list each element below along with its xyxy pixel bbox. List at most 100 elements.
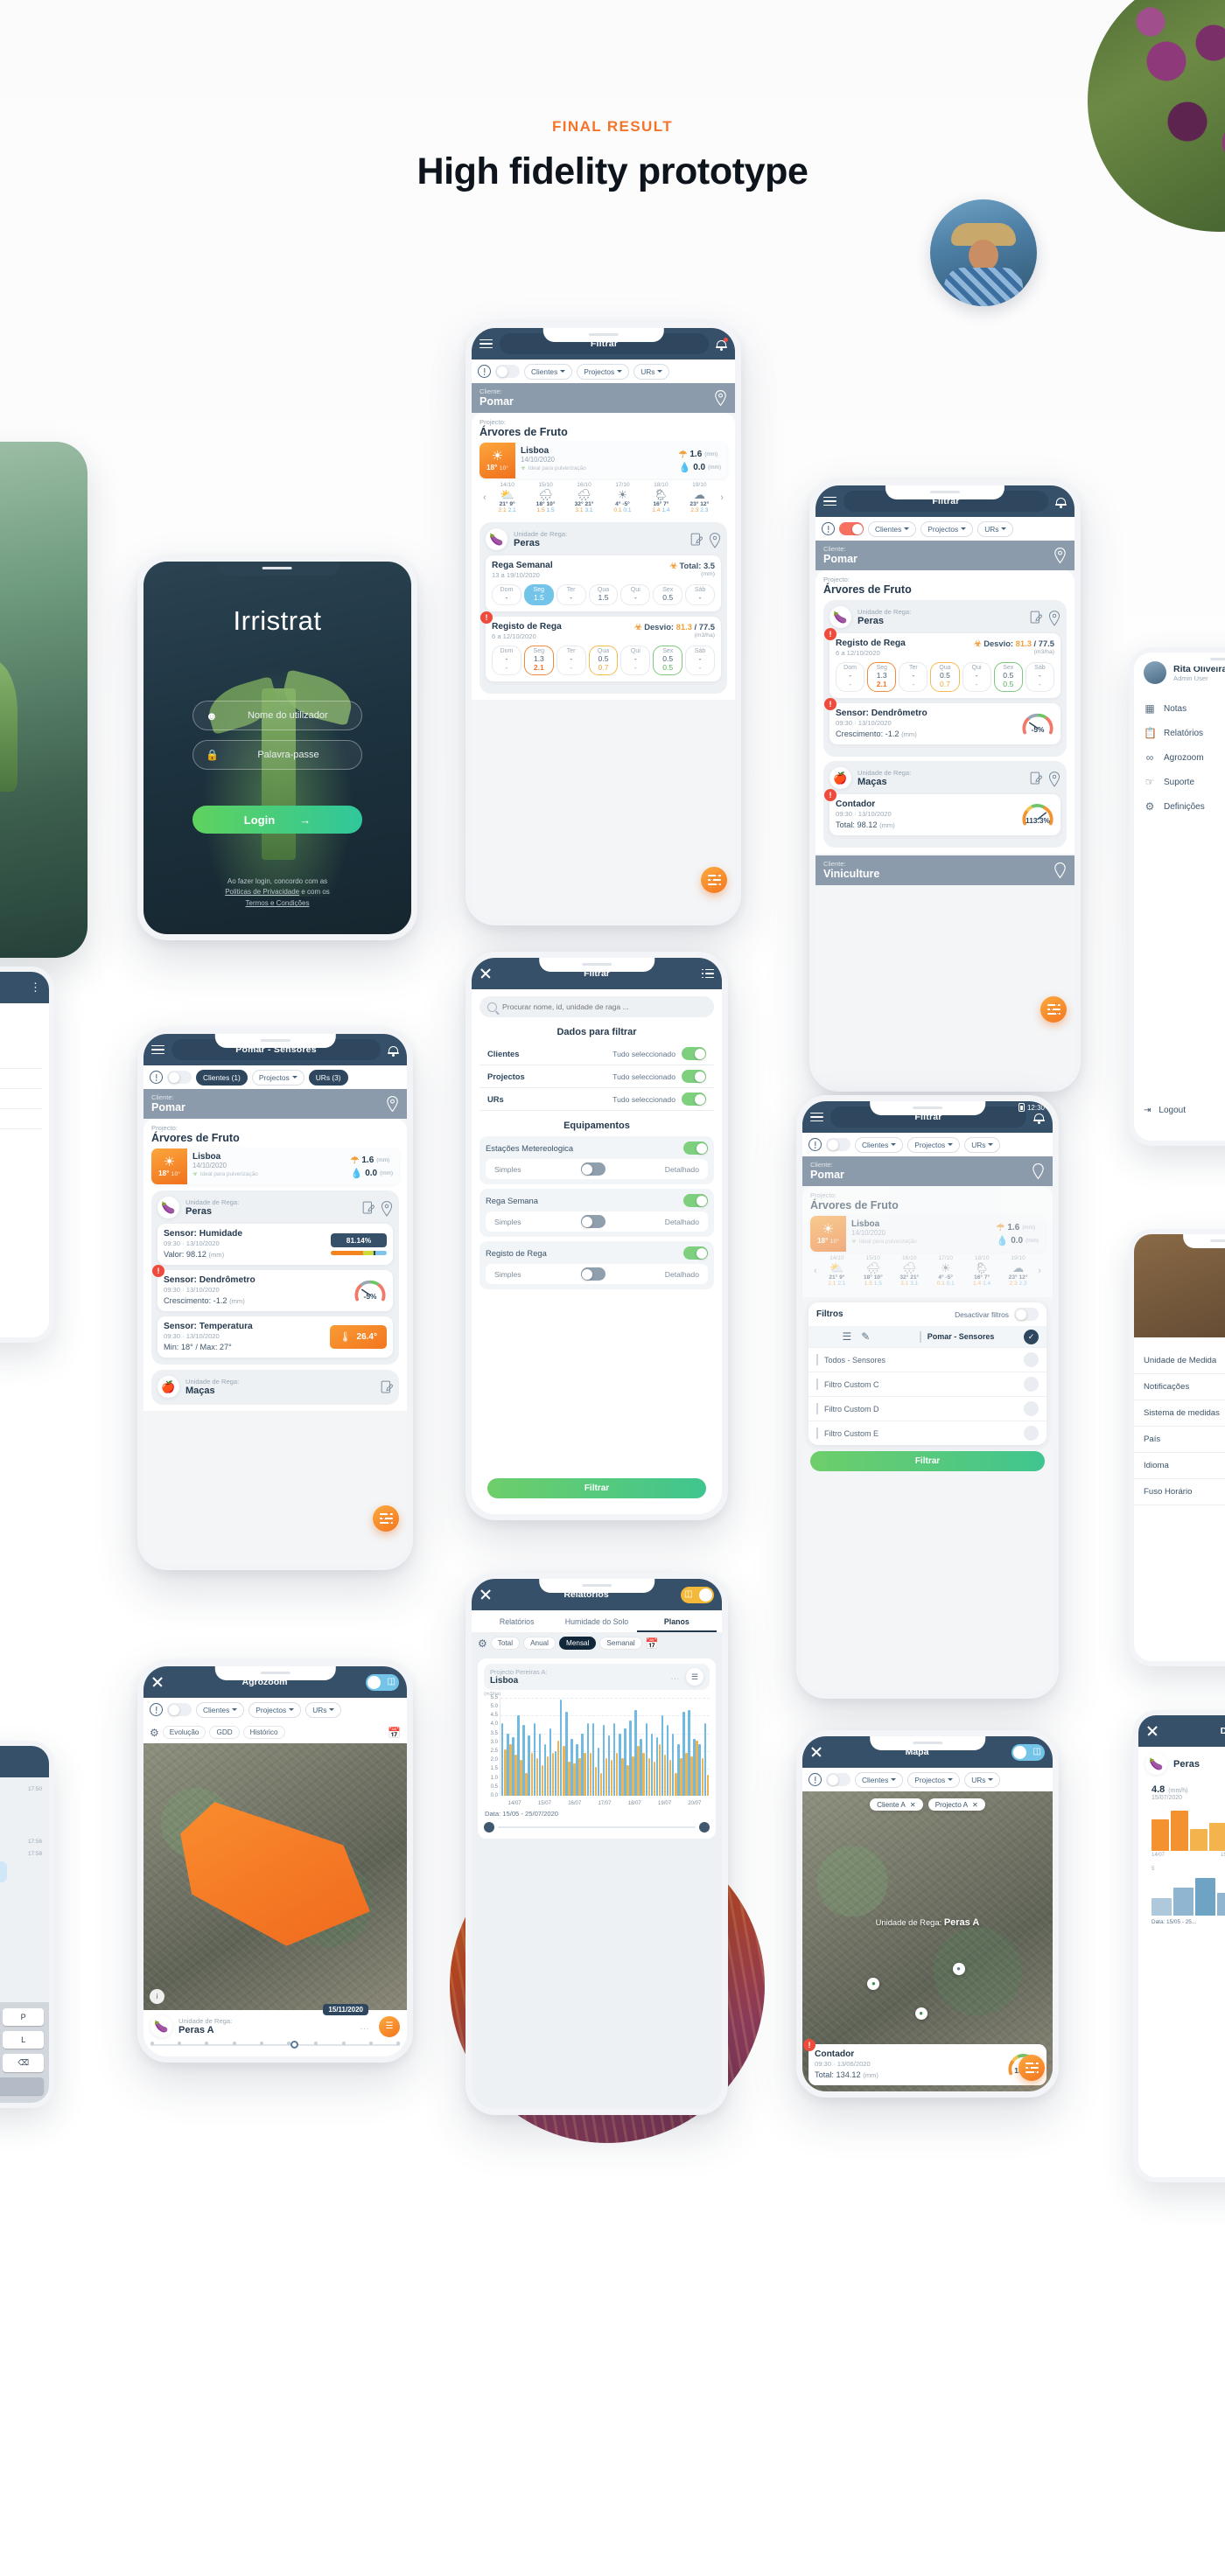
layout-toggle[interactable]: ◫: [681, 1586, 714, 1603]
map-pin-icon[interactable]: [386, 1096, 399, 1113]
privacy-link[interactable]: Politicas de Privacidade: [225, 888, 299, 896]
segment-semanal[interactable]: Semanal: [599, 1637, 642, 1650]
segment-total[interactable]: Total: [490, 1637, 521, 1650]
segment-anual[interactable]: Anual: [523, 1637, 556, 1650]
forecast-next-arrow[interactable]: ›: [1036, 1266, 1043, 1276]
key[interactable]: P: [3, 2008, 45, 2026]
menu-item-agrozoom[interactable]: ∞ Agrozoom: [1134, 745, 1225, 770]
filter-row-clientes[interactable]: Clientes Tudo seleccionado: [480, 1043, 714, 1065]
legend-list-icon[interactable]: ☰: [686, 1668, 704, 1686]
login-button[interactable]: Login →: [192, 806, 362, 834]
alerts-toggle[interactable]: [839, 522, 864, 535]
filter-radio[interactable]: [1024, 1377, 1039, 1392]
edit-note-icon[interactable]: [1030, 611, 1043, 624]
username-field[interactable]: ☻ Nome do utilizador: [192, 701, 362, 730]
filter-fab-button[interactable]: [701, 867, 727, 893]
close-icon[interactable]: [480, 967, 492, 980]
key[interactable]: L: [3, 2031, 45, 2049]
close-icon[interactable]: [1146, 1725, 1158, 1737]
return-key[interactable]: return: [0, 2077, 44, 2095]
settings-row-pais[interactable]: País: [1134, 1427, 1225, 1453]
password-field[interactable]: 🔒 Palavra-passe: [192, 740, 362, 770]
mode-toggle[interactable]: [580, 1215, 606, 1228]
card-registo-rega[interactable]: ! Registo de Rega 6 a 12/10/2020 ☣ Desvi…: [480, 611, 721, 681]
alerts-toggle-icon[interactable]: [808, 1773, 822, 1786]
hamburger-menu-icon[interactable]: [480, 339, 493, 349]
forecast-prev-arrow[interactable]: ‹: [481, 492, 488, 503]
chip-clientes[interactable]: Clientes: [855, 1136, 904, 1153]
chip-clientes[interactable]: Clientes: [524, 363, 573, 380]
note-item[interactable]: ar: [0, 1109, 42, 1129]
row-toggle[interactable]: [682, 1093, 706, 1106]
alerts-toggle[interactable]: [826, 1138, 850, 1151]
alerts-toggle-icon[interactable]: [478, 365, 491, 378]
close-icon[interactable]: [810, 1746, 822, 1758]
note-item-pdf[interactable]: pdf: [0, 1148, 42, 1157]
note-item[interactable]: jecto: [0, 1049, 42, 1069]
note-item[interactable]: o Sticky Note: [0, 1069, 42, 1089]
edit-note-icon[interactable]: [1030, 771, 1043, 785]
map-marker[interactable]: ●: [914, 2007, 928, 2020]
filter-fab-button[interactable]: [1040, 996, 1067, 1023]
map-layers-toggle[interactable]: ◫: [1012, 1743, 1045, 1761]
mode-toggle[interactable]: [580, 1162, 606, 1176]
menu-item-relatorios[interactable]: 📋 Relatórios: [1134, 721, 1225, 745]
hamburger-menu-icon[interactable]: [810, 1112, 823, 1122]
field-polygon[interactable]: [180, 1802, 370, 1946]
map-pin-icon[interactable]: [709, 533, 721, 548]
search-input[interactable]: [502, 1002, 706, 1011]
bell-icon[interactable]: [716, 337, 728, 351]
filter-radio[interactable]: [1024, 1352, 1039, 1367]
bell-icon[interactable]: [1055, 495, 1067, 508]
map-tag-cliente[interactable]: Cliente A ✕: [870, 1798, 923, 1811]
menu-item-logout[interactable]: ⇥ Logout: [1134, 1100, 1195, 1121]
list-icon[interactable]: [702, 968, 714, 979]
filter-row-urs[interactable]: URs Tudo seleccionado: [480, 1088, 714, 1111]
filter-option-row[interactable]: Todos - Sensores: [808, 1347, 1046, 1372]
menu-item-notas[interactable]: ▦ Notas: [1134, 696, 1225, 721]
chart-range-slider[interactable]: [484, 1822, 710, 1833]
equipment-toggle[interactable]: [683, 1246, 708, 1260]
weather-card[interactable]: ☀ 18° 10° Lisboa 14/10/2020 ☣ Ideal para …: [480, 443, 727, 478]
map-pin-icon[interactable]: [1048, 611, 1060, 626]
equipment-mode-row[interactable]: Simples Detalhado: [486, 1211, 708, 1232]
filter-fab-button[interactable]: [373, 1505, 399, 1532]
map-view[interactable]: Cliente A ✕ Projecto A ✕ Unidade de Rega: …: [802, 1791, 1053, 2091]
map-marker[interactable]: ●: [867, 1977, 880, 1990]
chip-urs[interactable]: URs: [964, 1136, 1001, 1153]
alerts-toggle[interactable]: [167, 1703, 192, 1716]
card-sensor-humidade[interactable]: Sensor: Humidade 09:30 · 13/10/2020 Valo…: [158, 1224, 393, 1265]
chip-urs[interactable]: URs: [977, 520, 1014, 537]
equipment-mode-row[interactable]: Simples Detalhado: [486, 1264, 708, 1284]
settings-row-fuso[interactable]: Fuso Horário: [1134, 1479, 1225, 1505]
filter-sliders-icon[interactable]: ☰: [842, 1330, 851, 1343]
chip-projectos[interactable]: Projectos: [907, 1771, 961, 1788]
gear-icon[interactable]: ⚙: [150, 1727, 159, 1739]
card-sensor-temperatura[interactable]: Sensor: Temperatura 09:30 · 13/10/2020 M…: [158, 1316, 393, 1358]
close-icon[interactable]: [151, 1676, 164, 1688]
settings-row-sistema[interactable]: Sistema de medidas: [1134, 1400, 1225, 1427]
calendar-icon[interactable]: 📅: [646, 1637, 659, 1650]
edit-note-icon[interactable]: [690, 533, 704, 546]
close-icon[interactable]: ✕: [972, 1800, 978, 1809]
close-icon[interactable]: ✕: [910, 1800, 916, 1809]
settings-row-unidade[interactable]: Unidade de Medida: [1134, 1348, 1225, 1374]
card-contador[interactable]: ! Contador 09:30 · 13/06/2020 Total: 134…: [803, 2039, 1046, 2085]
tab-planos[interactable]: Planos: [636, 1614, 717, 1632]
search-field[interactable]: [480, 996, 714, 1017]
segment-historico[interactable]: Histórico: [242, 1726, 285, 1739]
equipment-toggle[interactable]: [683, 1141, 708, 1155]
chart-header[interactable]: Projecto Pereiras A: Lisboa … ☰: [484, 1664, 710, 1690]
calendar-icon[interactable]: 📅: [388, 1727, 401, 1739]
chip-urs[interactable]: URs: [634, 363, 670, 380]
equipment-mode-row[interactable]: Simples Detalhado: [486, 1159, 708, 1179]
note-item[interactable]: ua: [0, 1157, 42, 1176]
alerts-toggle-icon[interactable]: [150, 1703, 163, 1716]
segment-evolucao[interactable]: Evolução: [162, 1726, 206, 1739]
tab-relatorios[interactable]: Relatórios: [477, 1614, 556, 1632]
info-icon[interactable]: i: [150, 1989, 164, 2004]
slider-track[interactable]: [498, 1826, 696, 1828]
edit-note-icon[interactable]: [381, 1380, 394, 1393]
card-sensor-dendrometro[interactable]: ! Sensor: Dendrômetro 09:30 · 13/10/2020…: [824, 698, 1060, 744]
segment-gdd[interactable]: GDD: [209, 1726, 240, 1739]
